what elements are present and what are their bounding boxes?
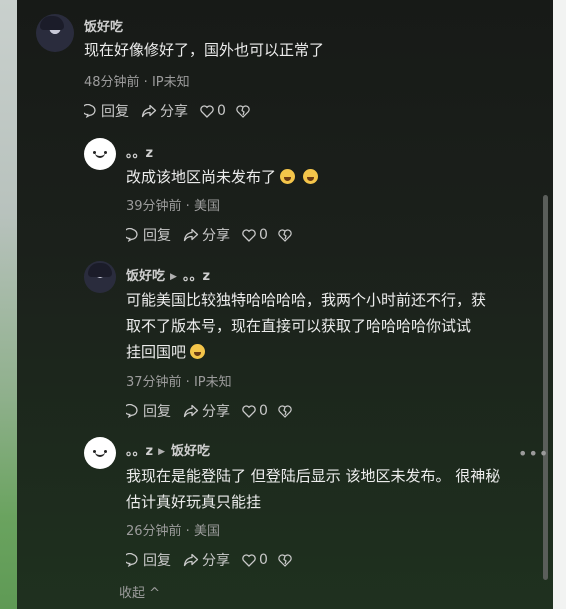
share-label: 分享 xyxy=(202,553,230,569)
reply-button[interactable]: 回复 xyxy=(126,225,171,245)
share-icon xyxy=(183,228,199,242)
broken-heart-icon xyxy=(278,553,292,567)
reply-label: 回复 xyxy=(143,553,171,569)
reply-to-name[interactable]: 。。z xyxy=(183,269,210,284)
comment-text-line: 我现在是能登陆了 但登陆后显示 该地区未发布。 很神秘 xyxy=(126,467,501,485)
author-name[interactable]: 饭好吃 xyxy=(126,269,165,284)
comment-meta: 39分钟前 · 美国 xyxy=(126,199,220,214)
heart-icon xyxy=(242,553,256,567)
share-label: 分享 xyxy=(160,104,188,120)
reply-button[interactable]: 回复 xyxy=(84,101,129,121)
reply-label: 回复 xyxy=(143,404,171,420)
comment-author[interactable]: 饭好吃 xyxy=(84,16,123,35)
avatar[interactable] xyxy=(84,437,116,469)
comment-text-line: 取不了版本号，现在直接可以获取了哈哈哈哈你试试 xyxy=(126,317,472,335)
comment-author[interactable]: 。。z xyxy=(126,142,153,161)
reply-label: 回复 xyxy=(143,228,171,244)
author-name[interactable]: 。。z xyxy=(126,444,153,459)
reply-button[interactable]: 回复 xyxy=(126,401,171,421)
share-label: 分享 xyxy=(202,404,230,420)
reply-to-name[interactable]: 饭好吃 xyxy=(171,444,210,459)
comment-text-line: 可能美国比较独特哈哈哈哈，我两个小时前还不行，获 xyxy=(126,291,487,309)
like-button[interactable]: 0 xyxy=(200,103,226,119)
comment-actions: 回复 分享 0 xyxy=(84,101,265,121)
scrollbar[interactable] xyxy=(543,195,548,580)
like-count: 0 xyxy=(259,403,268,419)
broken-heart-icon xyxy=(236,104,250,118)
comment-text-line: 挂回国吧 xyxy=(126,343,187,361)
share-button[interactable]: 分享 xyxy=(183,401,230,421)
avatar[interactable] xyxy=(84,261,116,293)
reply-icon xyxy=(126,553,138,567)
comment-text: 改成该地区尚未发布了 xyxy=(126,164,322,190)
share-button[interactable]: 分享 xyxy=(141,101,188,121)
like-button[interactable]: 0 xyxy=(242,403,268,419)
comment-meta: 37分钟前 · IP未知 xyxy=(126,375,232,390)
dislike-button[interactable] xyxy=(278,553,295,567)
crying-emoji-icon xyxy=(280,169,296,184)
background-strip xyxy=(0,0,17,609)
heart-icon xyxy=(200,104,214,118)
broken-heart-icon xyxy=(278,404,292,418)
reply-label: 回复 xyxy=(101,104,129,120)
avatar[interactable] xyxy=(36,14,74,52)
like-count: 0 xyxy=(259,227,268,243)
share-button[interactable]: 分享 xyxy=(183,550,230,570)
collapse-replies-button[interactable]: 收起 ^ xyxy=(119,582,160,601)
comment-text: 现在好像修好了，国外也可以正常了 xyxy=(84,41,325,59)
reply-arrow-icon: ▶ xyxy=(170,272,177,282)
dislike-button[interactable] xyxy=(278,404,295,418)
heart-icon xyxy=(242,228,256,242)
dislike-button[interactable] xyxy=(236,104,253,118)
crying-emoji-icon xyxy=(303,169,319,184)
share-icon xyxy=(183,553,199,567)
share-icon xyxy=(183,404,199,418)
like-count: 0 xyxy=(217,103,226,119)
reply-arrow-icon: ▶ xyxy=(158,447,165,457)
avatar[interactable] xyxy=(84,138,116,170)
comment-text-line: 估计真好玩真只能挂 xyxy=(126,493,262,511)
laughing-emoji-icon xyxy=(190,344,206,359)
share-icon xyxy=(141,104,157,118)
reply-icon xyxy=(84,104,96,118)
like-button[interactable]: 0 xyxy=(242,227,268,243)
comment-meta: 26分钟前 · 美国 xyxy=(126,524,220,539)
share-button[interactable]: 分享 xyxy=(183,225,230,245)
like-count: 0 xyxy=(259,552,268,568)
comment-actions: 回复 分享 0 xyxy=(126,225,307,245)
like-button[interactable]: 0 xyxy=(242,552,268,568)
comment-text: 可能美国比较独特哈哈哈哈，我两个小时前还不行，获 取不了版本号，现在直接可以获取… xyxy=(126,287,486,365)
dislike-button[interactable] xyxy=(278,228,295,242)
window-edge xyxy=(553,0,566,609)
heart-icon xyxy=(242,404,256,418)
comment-text-body: 改成该地区尚未发布了 xyxy=(126,168,277,186)
comment-author[interactable]: 。。z ▶ 饭好吃 xyxy=(126,440,210,459)
reply-button[interactable]: 回复 xyxy=(126,550,171,570)
comment-author[interactable]: 饭好吃 ▶ 。。z xyxy=(126,265,210,284)
comment-actions: 回复 分享 0 xyxy=(126,401,307,421)
reply-icon xyxy=(126,404,138,418)
reply-icon xyxy=(126,228,138,242)
comment-meta: 48分钟前 · IP未知 xyxy=(84,75,190,90)
comment-text: 我现在是能登陆了 但登陆后显示 该地区未发布。 很神秘 估计真好玩真只能挂 xyxy=(126,463,500,515)
broken-heart-icon xyxy=(278,228,292,242)
ellipsis-icon[interactable]: ••• xyxy=(518,444,549,463)
comment-actions: 回复 分享 0 xyxy=(126,550,307,570)
share-label: 分享 xyxy=(202,228,230,244)
